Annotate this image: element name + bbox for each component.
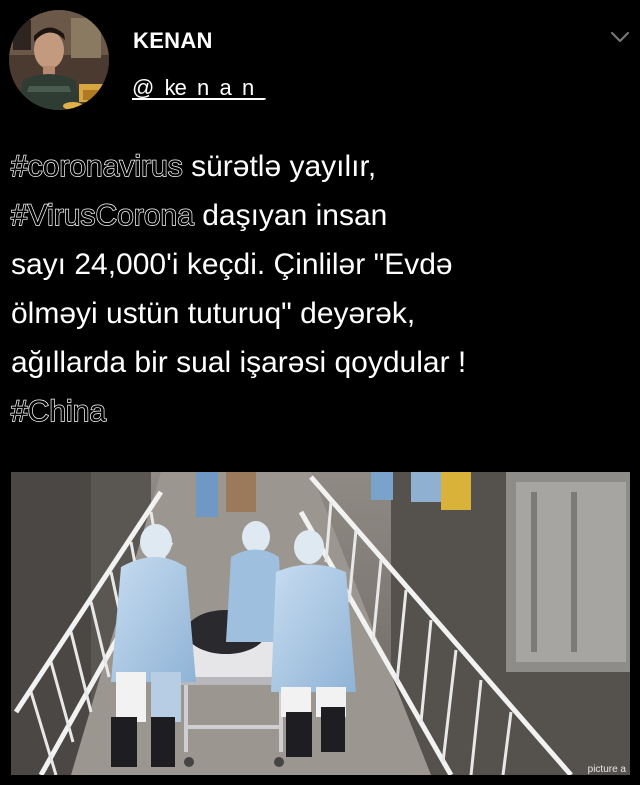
hashtag-link[interactable]: #VirusCorona <box>10 198 194 232</box>
display-name[interactable]: KENAN <box>133 28 213 54</box>
tweet-text-line: #VirusCorona daşıyan insan <box>10 191 631 240</box>
user-handle[interactable]: @_ke_n_a_n_ <box>132 75 265 101</box>
avatar-photo-icon <box>9 10 109 110</box>
tweet-text-segment: daşıyan insan <box>193 199 388 232</box>
tweet-text-line: sayı 24,000'i keçdi. Çinlilər "Evdə <box>11 240 631 289</box>
tweet-text-line: #China <box>10 387 631 436</box>
tweet-text-segment: ölməyi ustün tuturuq" deyərək, <box>11 297 416 330</box>
tweet-text-line: #coronavirus sürətlə yayılır, <box>10 142 631 191</box>
chevron-down-icon[interactable] <box>610 30 630 44</box>
tweet-text: #coronavirus sürətlə yayılır, #VirusCoron… <box>10 142 631 436</box>
tweet-text-segment: sürətlə yayılır, <box>182 150 377 183</box>
image-watermark: picture a <box>587 764 626 775</box>
tweet-media-image[interactable]: picture a <box>11 472 630 775</box>
tweet-text-segment: sayı 24,000'i keçdi. Çinlilər "Evdə <box>11 248 453 281</box>
hashtag-link[interactable]: #coronavirus <box>10 149 183 183</box>
tweet-text-line: ölməyi ustün tuturuq" deyərək, <box>11 289 631 338</box>
hashtag-link[interactable]: #China <box>10 394 106 428</box>
tweet-text-segment: ağıllarda bir sual işarəsi qoydular ! <box>11 346 467 379</box>
avatar[interactable] <box>9 10 109 110</box>
medical-workers-photo <box>11 472 630 775</box>
tweet-card: KENAN @_ke_n_a_n_ #coronavirus sürətlə y… <box>0 0 640 785</box>
tweet-text-line: ağıllarda bir sual işarəsi qoydular ! <box>11 338 631 387</box>
